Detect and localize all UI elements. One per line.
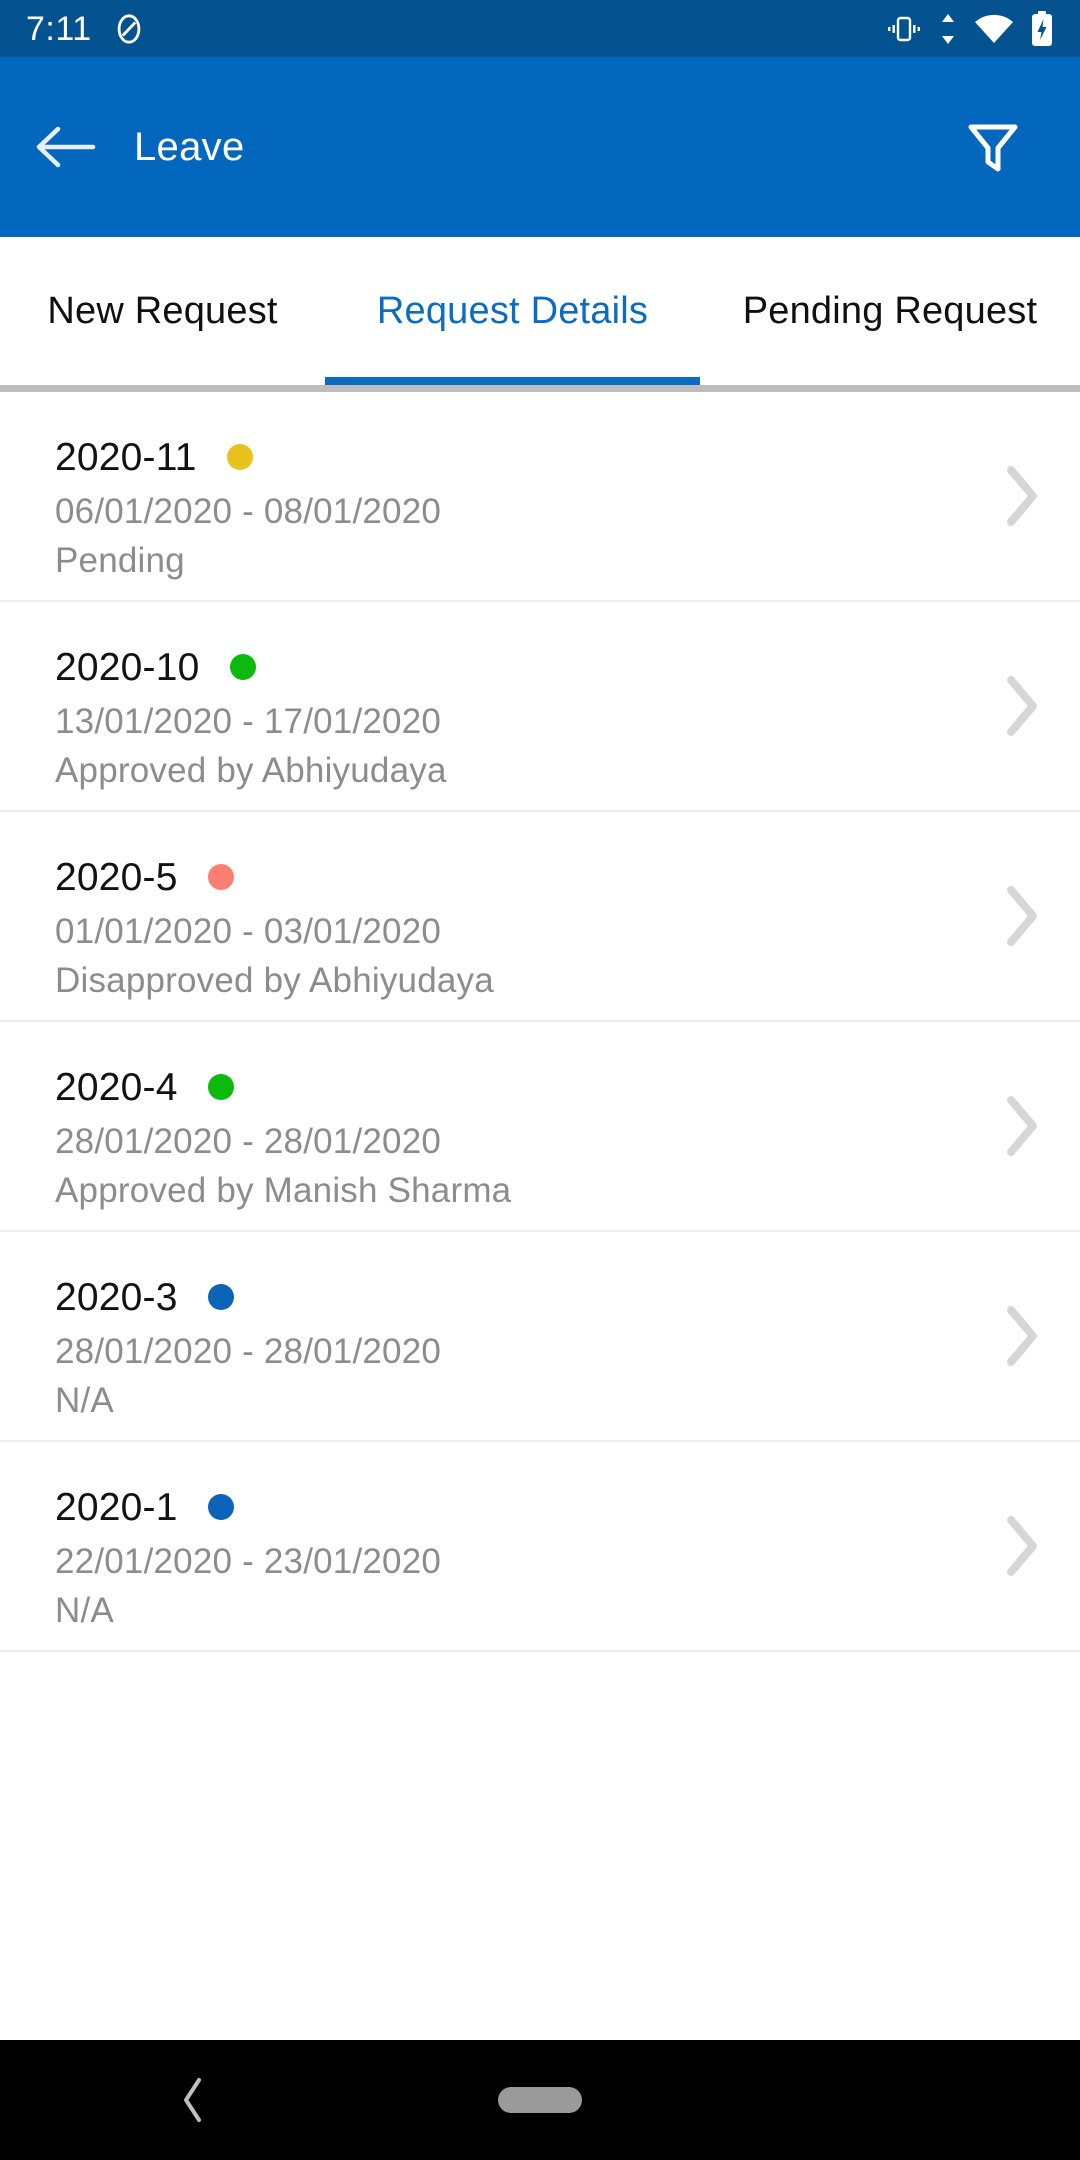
status-bar-notification-icons xyxy=(112,12,146,46)
chevron-right-icon[interactable] xyxy=(1002,674,1042,738)
chevron-right-icon[interactable] xyxy=(1002,464,1042,528)
list-item-title-row: 2020-5 xyxy=(55,852,1080,902)
request-status-text: Approved by Abhiyudaya xyxy=(55,750,447,790)
tab-pending-request[interactable]: Pending Request xyxy=(700,237,1080,385)
tab-label: Request Details xyxy=(376,289,649,332)
tab-request-details[interactable]: Request Details xyxy=(325,237,700,385)
status-dot xyxy=(207,1284,234,1310)
request-status-text: Disapproved by Abhiyudaya xyxy=(55,960,494,1000)
nav-back-button[interactable] xyxy=(178,2075,208,2125)
filter-button[interactable] xyxy=(964,118,1022,176)
request-id: 2020-1 xyxy=(55,1485,178,1529)
status-bar-system-icons xyxy=(886,10,1054,47)
tab-label: Pending Request xyxy=(742,289,1038,332)
list-item[interactable]: 2020-5 01/01/2020 - 03/01/2020 Disapprov… xyxy=(0,812,1080,1022)
list-item[interactable]: 2020-1 22/01/2020 - 23/01/2020 N/A xyxy=(0,1442,1080,1652)
app-bar: Leave xyxy=(0,57,1080,237)
filter-funnel-icon xyxy=(968,124,1018,172)
request-id: 2020-4 xyxy=(55,1065,178,1109)
tab-new-request[interactable]: New Request xyxy=(0,237,325,385)
request-id: 2020-5 xyxy=(55,855,178,899)
do-not-disturb-icon xyxy=(117,13,140,44)
back-arrow-icon xyxy=(36,126,96,168)
list-item[interactable]: 2020-3 28/01/2020 - 28/01/2020 N/A xyxy=(0,1232,1080,1442)
status-dot xyxy=(207,1494,234,1520)
data-transfer-arrows-icon xyxy=(942,13,954,44)
list-item-title-row: 2020-1 xyxy=(55,1482,1080,1532)
tab-bar-divider xyxy=(0,385,1080,392)
app-screen: 7:11 Leave New Request Request Details P… xyxy=(0,0,1080,2160)
tab-bar: New Request Request Details Pending Requ… xyxy=(0,237,1080,385)
chevron-right-icon[interactable] xyxy=(1002,1304,1042,1368)
request-status-text: Approved by Manish Sharma xyxy=(55,1170,512,1210)
tab-active-indicator xyxy=(325,377,700,385)
request-date-range: 28/01/2020 - 28/01/2020 xyxy=(55,1332,442,1371)
battery-charging-icon xyxy=(1032,10,1052,46)
chevron-right-icon[interactable] xyxy=(1002,1094,1042,1158)
wifi-icon xyxy=(975,14,1013,43)
home-pill-indicator[interactable] xyxy=(498,2087,582,2113)
list-item-title-row: 2020-11 xyxy=(55,432,1080,482)
request-date-range: 22/01/2020 - 23/01/2020 xyxy=(55,1542,442,1581)
status-dot xyxy=(229,654,256,680)
request-date-range: 06/01/2020 - 08/01/2020 xyxy=(55,492,442,531)
back-button[interactable] xyxy=(0,124,130,170)
request-id: 2020-10 xyxy=(55,645,200,689)
tab-label: New Request xyxy=(47,289,278,332)
app-bar-title: Leave xyxy=(134,124,245,169)
list-item-title-row: 2020-3 xyxy=(55,1272,1080,1322)
request-status-text: N/A xyxy=(55,1590,114,1630)
status-bar: 7:11 xyxy=(0,0,1080,57)
status-bar-clock: 7:11 xyxy=(26,9,92,48)
chevron-right-icon[interactable] xyxy=(1002,884,1042,948)
request-id: 2020-3 xyxy=(55,1275,178,1319)
status-dot xyxy=(207,864,234,890)
chevron-right-icon[interactable] xyxy=(1002,1514,1042,1578)
system-navigation-bar xyxy=(0,2040,1080,2160)
list-item[interactable]: 2020-10 13/01/2020 - 17/01/2020 Approved… xyxy=(0,602,1080,812)
list-item-title-row: 2020-4 xyxy=(55,1062,1080,1112)
list-item[interactable]: 2020-11 06/01/2020 - 08/01/2020 Pending xyxy=(0,392,1080,602)
list-item-title-row: 2020-10 xyxy=(55,642,1080,692)
status-dot xyxy=(207,1074,234,1100)
vibrate-icon xyxy=(888,16,920,41)
request-date-range: 28/01/2020 - 28/01/2020 xyxy=(55,1122,442,1161)
status-dot xyxy=(226,444,253,470)
request-date-range: 13/01/2020 - 17/01/2020 xyxy=(55,702,442,741)
leave-request-list: 2020-11 06/01/2020 - 08/01/2020 Pending … xyxy=(0,392,1080,1652)
request-status-text: N/A xyxy=(55,1380,114,1420)
request-status-text: Pending xyxy=(55,540,185,580)
list-item[interactable]: 2020-4 28/01/2020 - 28/01/2020 Approved … xyxy=(0,1022,1080,1232)
nav-back-chevron-icon xyxy=(184,2078,201,2122)
request-id: 2020-11 xyxy=(55,435,197,479)
request-date-range: 01/01/2020 - 03/01/2020 xyxy=(55,912,442,951)
